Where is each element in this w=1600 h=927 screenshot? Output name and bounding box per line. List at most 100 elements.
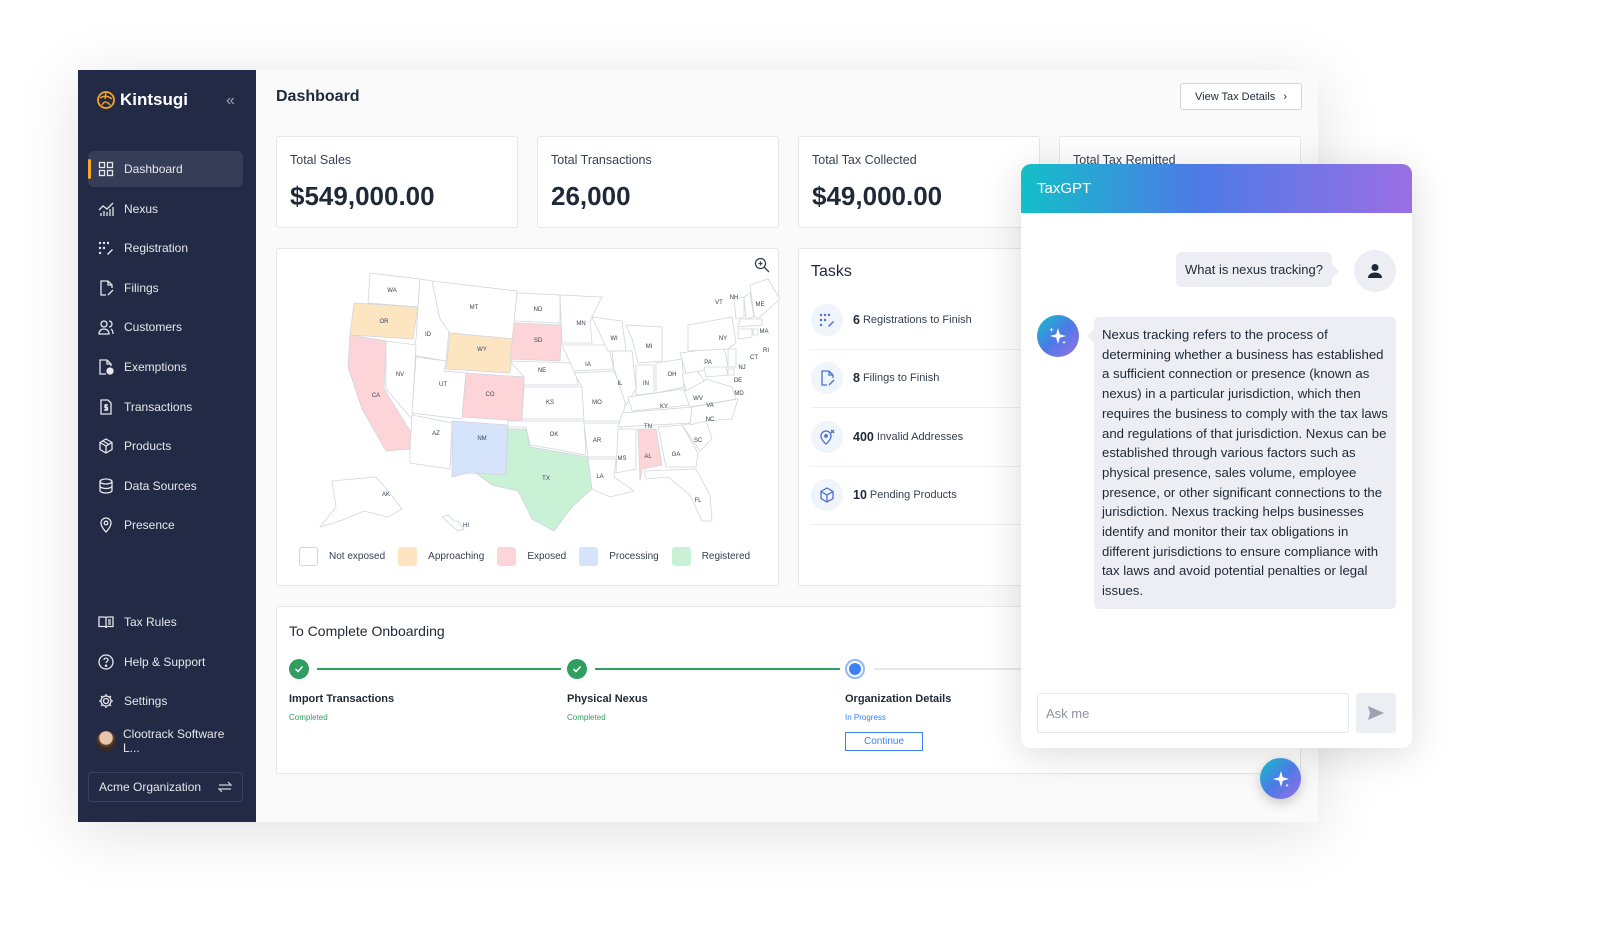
task-count: 400 bbox=[853, 429, 874, 444]
state-hi[interactable] bbox=[441, 514, 465, 532]
task-count: 8 bbox=[853, 371, 860, 386]
state-ma[interactable] bbox=[737, 318, 763, 328]
sidebar-item-label: Exemptions bbox=[124, 359, 187, 374]
sidebar-item-data-sources[interactable]: Data Sources bbox=[88, 468, 243, 504]
state-ak[interactable] bbox=[318, 476, 403, 528]
state-label-ga: GA bbox=[672, 452, 681, 458]
state-nm[interactable] bbox=[451, 420, 509, 478]
taxgpt-launcher-button[interactable] bbox=[1260, 758, 1301, 799]
database-icon bbox=[99, 478, 113, 494]
sidebar-item-help-support[interactable]: Help & Support bbox=[88, 644, 243, 680]
check-icon bbox=[289, 659, 309, 679]
task-item[interactable]: 400 Invalid Addresses bbox=[811, 408, 1027, 467]
state-label-ak: AK bbox=[382, 492, 390, 498]
brand-logo[interactable]: Kintsugi bbox=[96, 90, 188, 110]
state-label-md: MD bbox=[734, 391, 744, 397]
state-nj[interactable] bbox=[727, 348, 737, 368]
stat-card-total-transactions: Total Transactions 26,000 bbox=[537, 136, 779, 228]
sidebar-item-presence[interactable]: Presence bbox=[88, 507, 243, 543]
state-md[interactable] bbox=[703, 366, 729, 378]
state-label-wi: WI bbox=[610, 336, 618, 342]
location-pin-icon bbox=[100, 517, 112, 534]
swap-icon bbox=[218, 781, 232, 793]
sidebar-item-registration[interactable]: Registration bbox=[88, 230, 243, 266]
sidebar-item-nexus[interactable]: Nexus bbox=[88, 191, 243, 227]
sidebar-item-settings[interactable]: Settings bbox=[88, 683, 243, 719]
state-me[interactable] bbox=[749, 278, 780, 320]
state-ri[interactable] bbox=[752, 328, 759, 336]
user-name: Clootrack Software L... bbox=[123, 726, 225, 755]
stat-label: Total Transactions bbox=[551, 153, 652, 167]
state-label-in: IN bbox=[643, 381, 649, 387]
state-label-ia: IA bbox=[585, 362, 591, 368]
state-wy[interactable] bbox=[445, 332, 515, 374]
state-label-ct: CT bbox=[750, 355, 758, 361]
continue-button[interactable]: Continue bbox=[845, 732, 923, 751]
task-count: 10 bbox=[853, 488, 867, 503]
products-icon bbox=[99, 438, 113, 454]
state-label-pa: PA bbox=[704, 360, 712, 366]
state-label-de: DE bbox=[734, 378, 742, 384]
onboarding-step[interactable]: Organization Details In Progress Continu… bbox=[845, 659, 951, 751]
state-label-mt: MT bbox=[470, 305, 479, 311]
state-in[interactable] bbox=[635, 364, 655, 396]
send-button[interactable] bbox=[1356, 693, 1396, 733]
user-icon bbox=[1368, 264, 1382, 278]
taxgpt-chat-panel: TaxGPT What is nexus tracking? Nexus tra… bbox=[1021, 164, 1412, 748]
state-ms[interactable] bbox=[615, 428, 637, 474]
nexus-map-card: WA OR CA ID NV MT WY UT AZ CO NM ND SD NE KS OK TX MN IA MO… bbox=[276, 248, 780, 586]
user-avatar bbox=[1354, 250, 1396, 292]
filings-icon bbox=[100, 280, 114, 296]
kintsugi-logo-icon bbox=[97, 91, 115, 109]
tasks-card: Tasks 6 Registrations to Finish 8 Filing… bbox=[798, 248, 1040, 586]
progress-line-complete bbox=[317, 668, 561, 670]
sidebar-bottom-nav: Tax Rules Help & Support Settings Clootr… bbox=[88, 604, 243, 759]
state-label-or: OR bbox=[380, 319, 390, 325]
task-count: 6 bbox=[853, 312, 860, 327]
user-message: What is nexus tracking? bbox=[1175, 252, 1340, 287]
chat-input[interactable] bbox=[1037, 693, 1349, 733]
state-fl[interactable] bbox=[643, 468, 713, 522]
state-ct[interactable] bbox=[737, 328, 753, 340]
onboarding-step[interactable]: Physical Nexus Completed bbox=[567, 659, 648, 722]
state-tn[interactable] bbox=[617, 406, 693, 428]
in-progress-indicator bbox=[845, 659, 865, 679]
state-az[interactable] bbox=[409, 414, 453, 470]
organization-switcher[interactable]: Acme Organization bbox=[88, 772, 243, 802]
task-label: Invalid Addresses bbox=[876, 430, 964, 443]
state-ny[interactable] bbox=[687, 316, 737, 352]
sidebar-item-tax-rules[interactable]: Tax Rules bbox=[88, 604, 243, 640]
task-item[interactable]: 8 Filings to Finish bbox=[811, 350, 1027, 408]
step-name: Organization Details bbox=[845, 693, 952, 705]
gear-icon bbox=[99, 694, 113, 709]
state-label-ny: NY bbox=[719, 336, 727, 342]
view-tax-details-button[interactable]: View Tax Details › bbox=[1180, 83, 1302, 110]
sidebar-item-filings[interactable]: Filings bbox=[88, 270, 243, 306]
sidebar-item-customers[interactable]: Customers bbox=[88, 309, 243, 345]
state-ar[interactable] bbox=[583, 422, 623, 458]
task-item[interactable]: 6 Registrations to Finish bbox=[811, 291, 1027, 350]
sidebar-item-dashboard[interactable]: Dashboard bbox=[88, 151, 243, 187]
sidebar-item-label: Products bbox=[124, 439, 172, 454]
sidebar-item-transactions[interactable]: Transactions bbox=[88, 389, 243, 425]
step-status: In Progress bbox=[845, 713, 886, 722]
us-map[interactable]: WA OR CA ID NV MT WY UT AZ CO NM ND SD NE KS OK TX MN IA MO… bbox=[277, 249, 780, 539]
legend-swatch-not-exposed bbox=[299, 547, 318, 566]
user-profile[interactable]: Clootrack Software L... bbox=[88, 723, 243, 759]
state-label-nj: NJ bbox=[738, 365, 745, 371]
onboarding-step[interactable]: Import Transactions Completed bbox=[289, 659, 394, 722]
state-label-ri: RI bbox=[763, 348, 769, 354]
stat-value: 26,000 bbox=[551, 181, 631, 211]
stat-label: Total Tax Collected bbox=[812, 153, 917, 167]
state-label-ma: MA bbox=[760, 329, 769, 335]
sidebar-item-label: Presence bbox=[124, 518, 175, 533]
sidebar-item-products[interactable]: Products bbox=[88, 428, 243, 464]
state-de[interactable] bbox=[727, 368, 735, 376]
state-label-nd: ND bbox=[534, 307, 543, 313]
state-label-sd: SD bbox=[534, 338, 543, 344]
chat-header: TaxGPT bbox=[1021, 164, 1412, 213]
stat-card-total-sales: Total Sales $549,000.00 bbox=[276, 136, 518, 228]
collapse-sidebar-button[interactable]: « bbox=[226, 92, 235, 110]
sidebar-item-exemptions[interactable]: Exemptions bbox=[88, 349, 243, 385]
task-item[interactable]: 10 Pending Products bbox=[811, 467, 1027, 525]
